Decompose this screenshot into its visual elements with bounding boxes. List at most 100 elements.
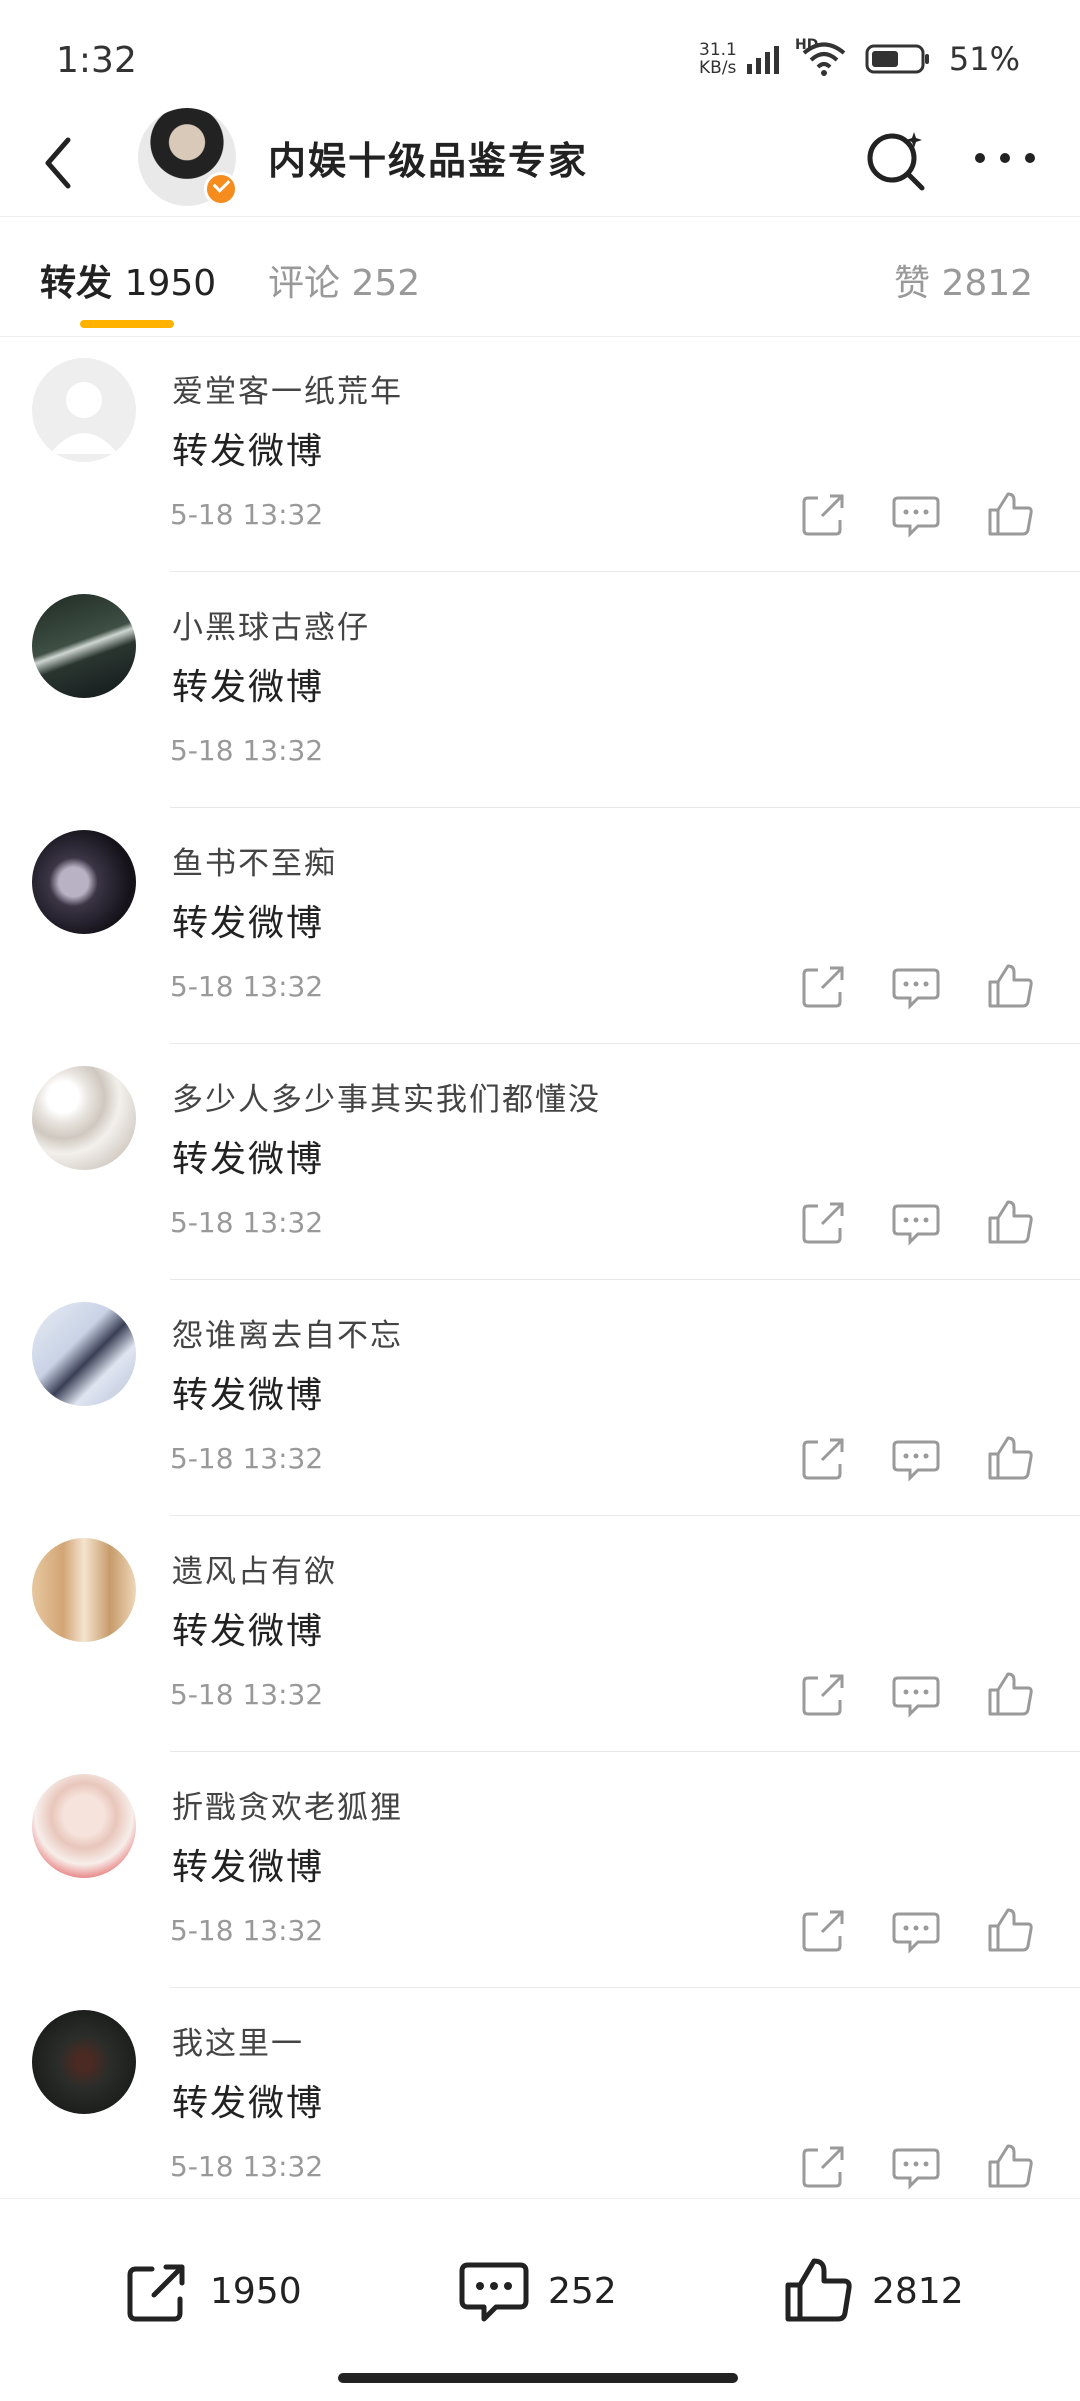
like-icon[interactable] [982,1902,1038,1958]
like-button[interactable]: 2812 [780,2251,964,2331]
comment-icon [459,2262,529,2322]
comment-icon[interactable] [888,1666,944,1722]
repost-list: 爱堂客一纸荒年 转发微博 5-18 13:32 小黑球古惑仔 转发微博 5-18… [0,336,1080,2224]
comment-icon[interactable] [888,1902,944,1958]
repost-content: 转发微博 [172,667,325,708]
list-item[interactable]: 我这里一 转发微博 5-18 13:32 [0,1988,1080,2224]
network-type: HD [795,37,819,53]
repost-button[interactable]: 1950 [122,2251,302,2331]
comment-button[interactable]: 252 [456,2251,617,2331]
username[interactable]: 怨谁离去自不忘 [172,1310,403,1355]
timestamp: 5-18 13:32 [170,1914,324,1947]
battery-icon [865,44,929,74]
tab-reposts[interactable]: 转发 1950 [40,254,216,306]
repost-content: 转发微博 [172,2083,325,2124]
verified-badge-icon [204,172,238,206]
network-speed: 31.1 KB/s [699,41,737,77]
list-item[interactable]: 小黑球古惑仔 转发微博 5-18 13:32 [0,572,1080,808]
tab-reposts-label: 转发 [40,263,113,304]
bottom-action-bar: 1950 252 2812 [0,2198,1080,2401]
repost-content: 转发微博 [172,1611,325,1652]
tab-likes-count: 2812 [941,263,1034,304]
avatar[interactable] [32,1066,136,1170]
like-count: 2812 [872,2270,964,2312]
comment-icon[interactable] [888,1430,944,1486]
username[interactable]: 鱼书不至痴 [172,838,337,883]
avatar[interactable] [32,1538,136,1642]
username[interactable]: 多少人多少事其实我们都懂没 [172,1074,601,1119]
like-icon[interactable] [982,1430,1038,1486]
timestamp: 5-18 13:32 [170,1206,324,1239]
tab-likes-label: 赞 [894,263,931,304]
like-icon[interactable] [982,486,1038,542]
list-item[interactable]: 怨谁离去自不忘 转发微博 5-18 13:32 [0,1280,1080,1516]
status-bar: 1:32 31.1 KB/s HD 51% [0,0,1080,120]
tab-likes[interactable]: 赞 2812 [894,254,1033,306]
timestamp: 5-18 13:32 [170,734,324,767]
share-icon[interactable] [796,1902,852,1958]
more-icon[interactable] [970,138,1040,178]
tab-reposts-count: 1950 [124,263,217,304]
tab-comments[interactable]: 评论 252 [268,254,420,306]
repost-content: 转发微博 [172,903,325,944]
avatar[interactable] [32,358,136,462]
list-item[interactable]: 折戬贪欢老狐狸 转发微博 5-18 13:32 [0,1752,1080,1988]
avatar[interactable] [32,830,136,934]
comment-icon[interactable] [888,1194,944,1250]
username[interactable]: 小黑球古惑仔 [172,602,370,647]
tab-comments-count: 252 [351,263,421,304]
username[interactable]: 遗风占有欲 [172,1546,337,1591]
list-item[interactable]: 遗风占有欲 转发微博 5-18 13:32 [0,1516,1080,1752]
share-icon[interactable] [796,1430,852,1486]
share-icon[interactable] [796,2138,852,2194]
repost-content: 转发微博 [172,1375,325,1416]
tab-active-indicator [80,320,174,328]
like-icon [785,2258,852,2322]
share-icon[interactable] [796,486,852,542]
avatar[interactable] [32,2010,136,2114]
list-item[interactable]: 鱼书不至痴 转发微博 5-18 13:32 [0,808,1080,1044]
timestamp: 5-18 13:32 [170,498,324,531]
list-item[interactable]: 多少人多少事其实我们都懂没 转发微博 5-18 13:32 [0,1044,1080,1280]
home-indicator[interactable] [338,2373,738,2383]
timestamp: 5-18 13:32 [170,970,324,1003]
username[interactable]: 爱堂客一纸荒年 [172,366,403,411]
tab-comments-label: 评论 [268,263,341,304]
like-icon[interactable] [982,2138,1038,2194]
signal-icon [746,46,779,74]
timestamp: 5-18 13:32 [170,2150,324,2183]
battery-level: 51% [948,40,1020,78]
top-nav: 内娱十级品鉴专家 [0,108,1080,217]
page-title[interactable]: 内娱十级品鉴专家 [268,130,588,185]
timestamp: 5-18 13:32 [170,1678,324,1711]
status-time: 1:32 [56,40,137,81]
comment-icon[interactable] [888,2138,944,2194]
repost-count: 1950 [210,2270,302,2312]
username[interactable]: 我这里一 [172,2018,304,2063]
avatar[interactable] [32,594,136,698]
comment-icon[interactable] [888,958,944,1014]
speed-value: 31.1 [699,40,737,60]
repost-content: 转发微博 [172,431,325,472]
avatar[interactable] [32,1774,136,1878]
comment-count: 252 [548,2270,617,2312]
share-icon[interactable] [796,1666,852,1722]
list-item[interactable]: 爱堂客一纸荒年 转发微博 5-18 13:32 [0,336,1080,572]
comment-icon[interactable] [888,486,944,542]
like-icon[interactable] [982,1666,1038,1722]
share-icon[interactable] [796,958,852,1014]
share-icon[interactable] [796,1194,852,1250]
repost-content: 转发微博 [172,1139,325,1180]
back-icon[interactable] [30,128,90,198]
like-icon[interactable] [982,1194,1038,1250]
status-right: 31.1 KB/s HD 51% [699,37,1020,78]
timestamp: 5-18 13:32 [170,1442,324,1475]
like-icon[interactable] [982,958,1038,1014]
username[interactable]: 折戬贪欢老狐狸 [172,1782,403,1827]
speed-unit: KB/s [699,58,737,78]
repost-content: 转发微博 [172,1847,325,1888]
search-icon[interactable] [862,126,932,196]
avatar[interactable] [32,1302,136,1406]
tab-bar: 转发 1950 评论 252 赞 2812 [0,220,1080,337]
repost-icon [127,2264,185,2322]
